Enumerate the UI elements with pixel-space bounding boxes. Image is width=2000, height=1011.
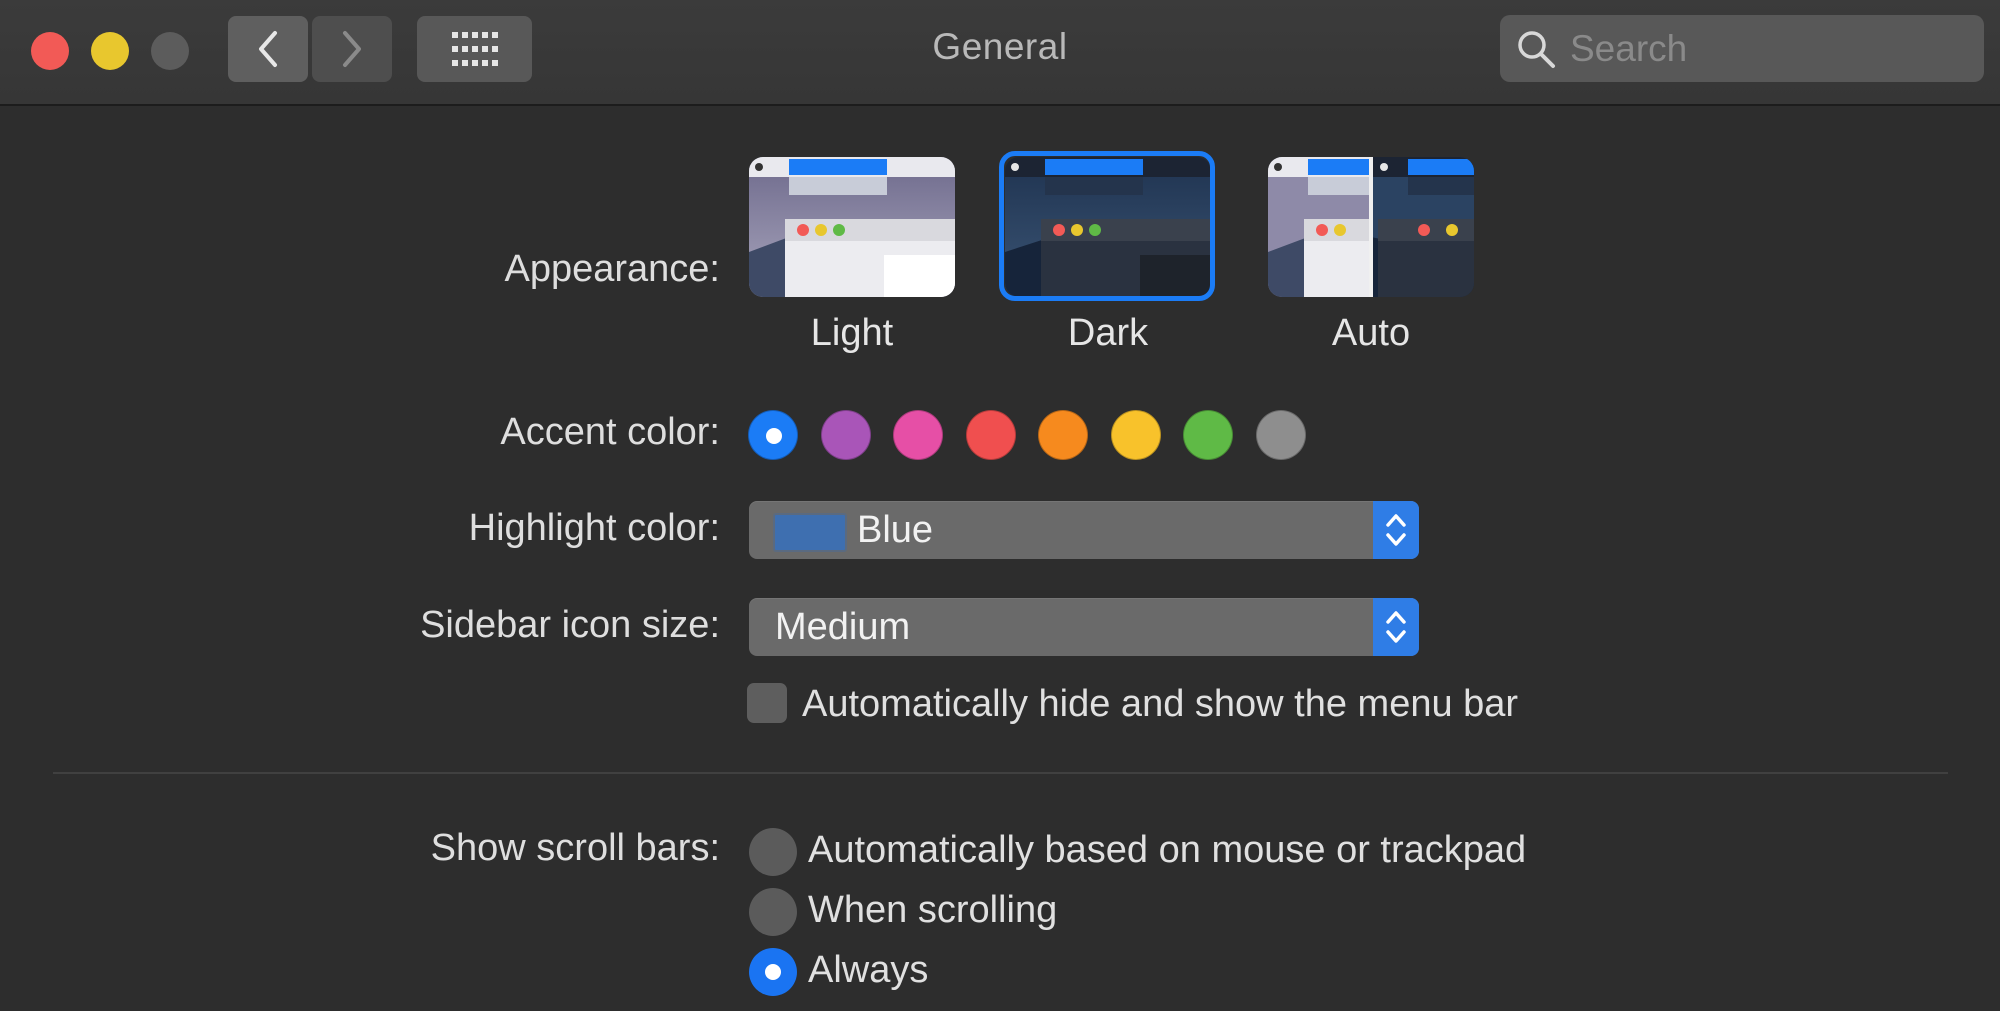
appearance-option-label: Auto	[1331, 312, 1411, 354]
appearance-option-light[interactable]: Light	[749, 157, 955, 354]
selected-dot	[766, 428, 782, 444]
search-field[interactable]	[1500, 15, 1984, 82]
radio-selected-dot	[765, 964, 781, 980]
auto-theme-preview	[1268, 157, 1474, 297]
scroll-bars-when-scrolling-radio[interactable]	[749, 888, 797, 936]
accent-color-swatch[interactable]	[965, 410, 1016, 460]
light-theme-preview	[749, 157, 955, 297]
chevron-up-down-icon	[1386, 514, 1406, 546]
accent-color-swatch[interactable]	[820, 410, 871, 460]
accent-color-swatch[interactable]	[893, 410, 943, 460]
accent-color-swatch[interactable]	[1110, 410, 1161, 460]
auto-hide-menu-bar-label[interactable]: Automatically hide and show the menu bar	[802, 683, 1518, 726]
highlight-color-label: Highlight color:	[468, 507, 720, 549]
sidebar-icon-size-value: Medium	[775, 606, 911, 648]
search-icon	[1518, 31, 1555, 68]
scroll-bars-when-scrolling-label[interactable]: When scrolling	[808, 889, 1057, 932]
appearance-option-dark[interactable]: Dark	[999, 151, 1215, 354]
appearance-option-label: Light	[810, 312, 894, 354]
show-scroll-bars-label: Show scroll bars:	[430, 827, 720, 869]
scroll-bars-auto-label[interactable]: Automatically based on mouse or trackpad	[808, 829, 1526, 872]
sidebar-icon-size-popup[interactable]: Medium	[749, 598, 1419, 656]
accent-color-swatch[interactable]	[748, 410, 798, 460]
highlight-color-popup[interactable]: Blue	[749, 501, 1419, 559]
auto-hide-menu-bar-checkbox[interactable]	[747, 683, 787, 723]
search-input[interactable]	[1568, 23, 1972, 75]
accent-color-swatch[interactable]	[1255, 410, 1306, 460]
selection-ring	[999, 151, 1215, 301]
scroll-bars-always-label[interactable]: Always	[808, 949, 928, 992]
appearance-option-auto[interactable]: Auto	[1268, 157, 1474, 354]
accent-color-swatch[interactable]	[1183, 410, 1233, 460]
section-divider	[53, 772, 1948, 774]
highlight-color-value: Blue	[857, 509, 934, 551]
appearance-label: Appearance:	[504, 248, 721, 290]
scroll-bars-always-radio[interactable]	[749, 948, 797, 996]
scroll-bars-auto-radio[interactable]	[749, 828, 797, 876]
appearance-option-label: Dark	[1067, 312, 1149, 354]
accent-color-label: Accent color:	[500, 411, 720, 453]
highlight-color-swatch	[773, 513, 847, 552]
popup-stepper	[1373, 501, 1419, 559]
sidebar-icon-size-label: Sidebar icon size:	[420, 604, 720, 646]
chevron-up-down-icon	[1386, 611, 1406, 643]
accent-color-swatch[interactable]	[1038, 410, 1088, 460]
popup-stepper	[1373, 598, 1419, 656]
title-bar: General	[0, 0, 2000, 106]
